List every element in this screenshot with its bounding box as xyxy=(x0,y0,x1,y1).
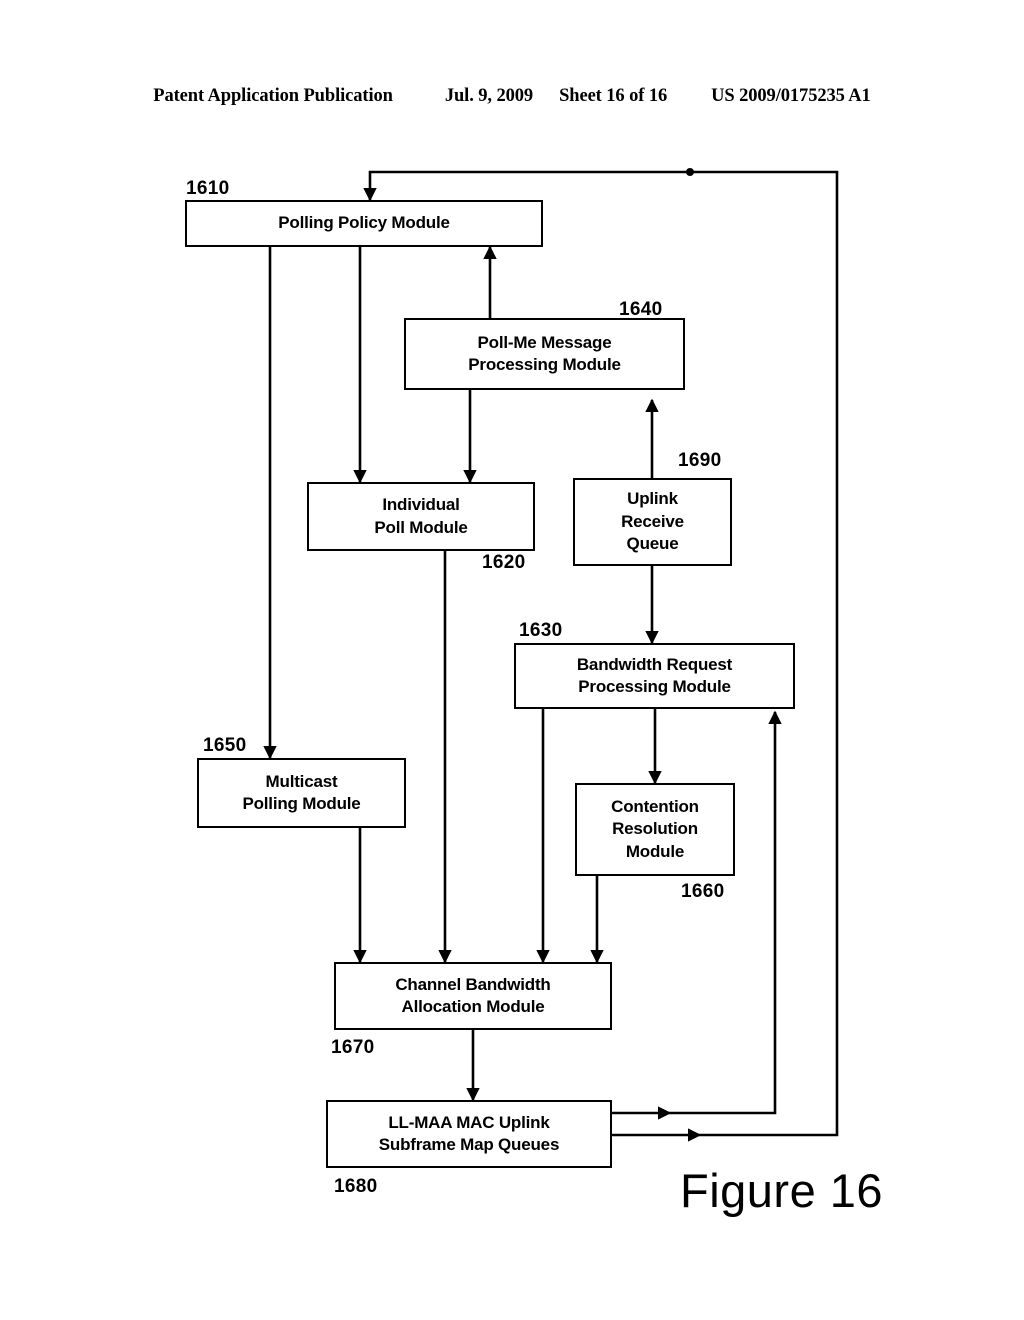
node-poll-me-message-processing-module[interactable]: Poll-Me Message Processing Module xyxy=(404,318,685,390)
ref-numeral-1630: 1630 xyxy=(519,620,563,641)
ref-numeral-1620: 1620 xyxy=(482,552,526,573)
node-label-1640-line2: Processing Module xyxy=(468,355,621,374)
node-channel-bandwidth-allocation-module[interactable]: Channel Bandwidth Allocation Module xyxy=(334,962,612,1030)
node-label-1670-line1: Channel Bandwidth xyxy=(395,974,551,994)
node-label-1610: Polling Policy Module xyxy=(278,213,450,233)
ref-numeral-1680: 1680 xyxy=(334,1176,378,1197)
node-uplink-receive-queue[interactable]: Uplink Receive Queue xyxy=(573,478,732,566)
ref-numeral-1660: 1660 xyxy=(681,881,725,902)
node-label-1660-line1: Contention xyxy=(611,796,699,816)
node-label-1680-line1: LL-MAA MAC Uplink xyxy=(388,1112,550,1132)
node-polling-policy-module[interactable]: Polling Policy Module xyxy=(185,200,543,247)
node-label-1680: LL-MAA MAC Uplink Subframe Map Queues xyxy=(334,1112,604,1157)
node-label-1650: Multicast Polling Module xyxy=(205,771,398,816)
node-label-1690: Uplink Receive Queue xyxy=(581,488,724,555)
node-individual-poll-module[interactable]: Individual Poll Module xyxy=(307,482,535,551)
node-label-1660-line2: Resolution xyxy=(612,819,698,839)
figure-16-block-diagram: Polling Policy Module 1610 Poll-Me Messa… xyxy=(0,0,1024,1320)
node-label-1620-line2: Poll Module xyxy=(374,517,468,537)
node-label-1630-line2: Processing Module xyxy=(578,677,731,696)
node-label-1630: Bandwidth Request Processing Module xyxy=(522,654,787,699)
node-label-1620-line1: Individual xyxy=(382,495,460,515)
node-label-1660-line3: Module xyxy=(625,841,685,861)
node-label-1640-line1: Poll-Me Message xyxy=(477,332,612,352)
node-multicast-polling-module[interactable]: Multicast Polling Module xyxy=(197,758,406,828)
node-label-1650-line1: Multicast xyxy=(265,771,338,791)
ref-numeral-1610: 1610 xyxy=(186,178,230,199)
node-label-1690-line3: Queue xyxy=(626,534,679,554)
node-label-1680-line2: Subframe Map Queues xyxy=(378,1135,560,1154)
figure-caption: Figure 16 xyxy=(680,1164,884,1217)
node-bandwidth-request-processing-module[interactable]: Bandwidth Request Processing Module xyxy=(514,643,795,709)
ref-numeral-1670: 1670 xyxy=(331,1037,375,1058)
node-label-1620: Individual Poll Module xyxy=(315,494,527,539)
node-label-1640: Poll-Me Message Processing Module xyxy=(412,332,677,377)
ref-numeral-1690: 1690 xyxy=(678,450,722,471)
ref-numeral-1640: 1640 xyxy=(619,299,663,320)
node-label-1670: Channel Bandwidth Allocation Module xyxy=(342,974,604,1019)
node-label-1650-line2: Polling Module xyxy=(242,794,361,813)
ref-numeral-1650: 1650 xyxy=(203,735,247,756)
node-label-1660: Contention Resolution Module xyxy=(583,796,727,863)
node-label-1670-line2: Allocation Module xyxy=(401,997,545,1016)
node-label-1690-line2: Receive xyxy=(621,511,684,531)
node-label-1690-line1: Uplink xyxy=(627,489,678,509)
node-contention-resolution-module[interactable]: Contention Resolution Module xyxy=(575,783,735,876)
node-label-1630-line1: Bandwidth Request xyxy=(576,654,733,674)
node-ll-maa-mac-uplink-subframe-map-queues[interactable]: LL-MAA MAC Uplink Subframe Map Queues xyxy=(326,1100,612,1168)
